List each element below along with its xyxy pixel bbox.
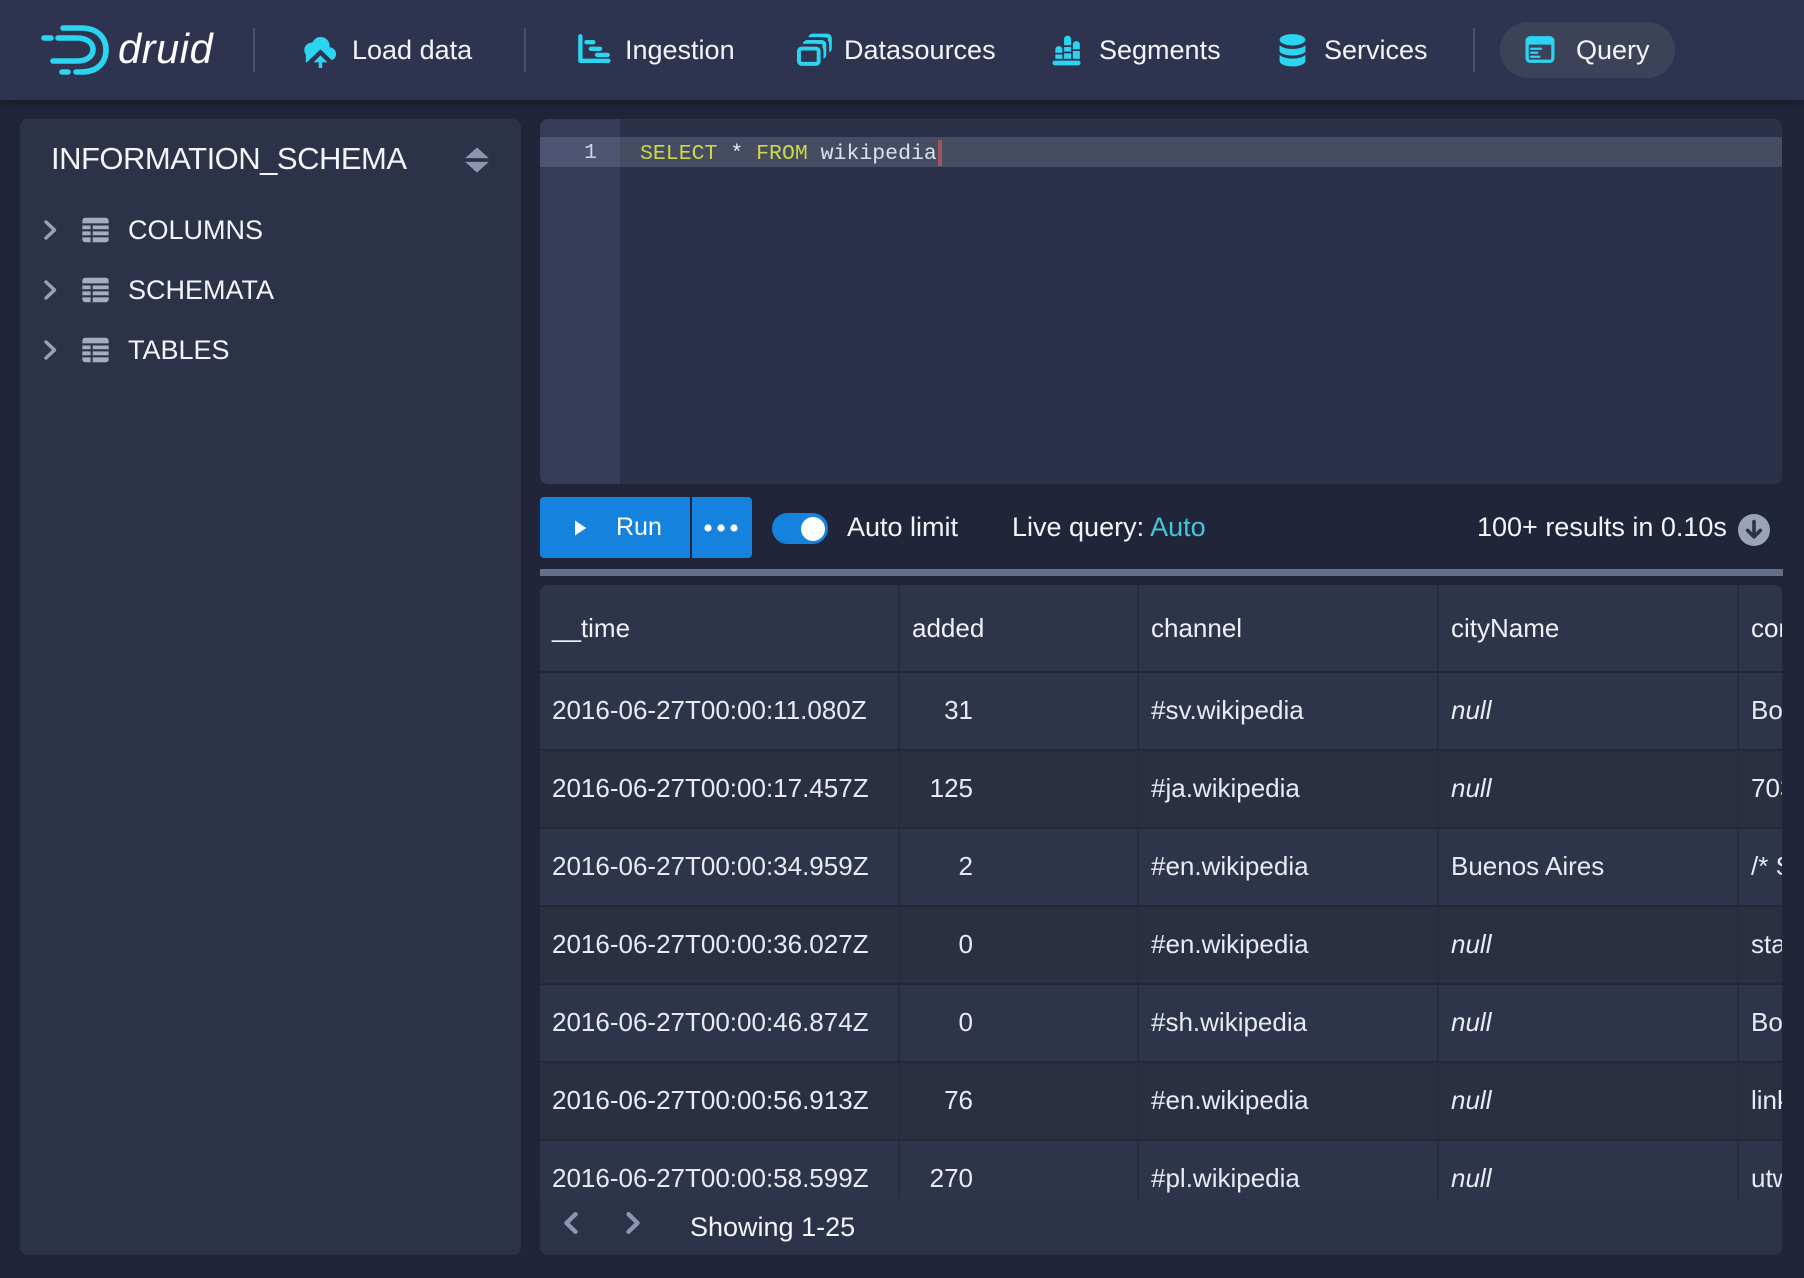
- svg-text:druid: druid: [118, 25, 215, 72]
